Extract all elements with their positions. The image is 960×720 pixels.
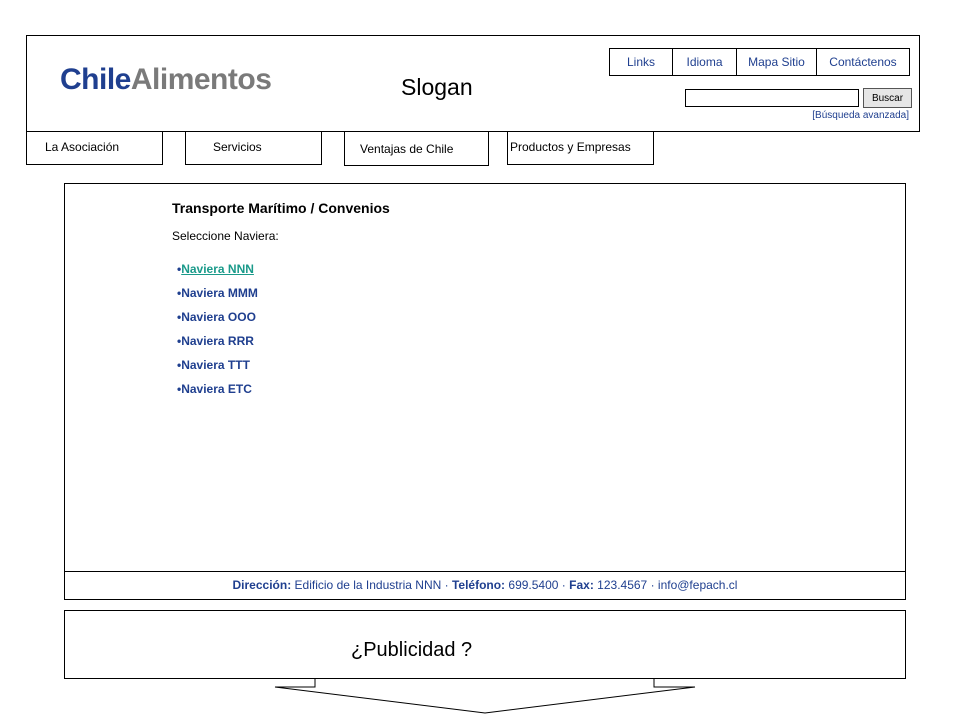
slogan: Slogan (401, 74, 473, 100)
naviera-link-nnn[interactable]: •Naviera NNN (177, 262, 258, 286)
nav-tab-label: Ventajas de Chile (360, 142, 454, 156)
search-button[interactable]: Buscar (863, 88, 912, 108)
site-header: ChileAlimentos Slogan Links Idioma Mapa … (26, 35, 920, 132)
naviera-label: Naviera MMM (181, 286, 258, 300)
naviera-list: •Naviera NNN •Naviera MMM •Naviera OOO •… (177, 262, 258, 406)
logo[interactable]: ChileAlimentos (60, 63, 272, 97)
naviera-label: Naviera OOO (181, 310, 256, 324)
telefono-label: Teléfono: (451, 578, 506, 592)
ad-text: ¿Publicidad ? (351, 639, 473, 661)
email-link[interactable]: info@fepach.cl (658, 578, 738, 592)
naviera-label: Naviera RRR (181, 334, 254, 348)
top-links: Links Idioma Mapa Sitio Contáctenos (609, 48, 910, 76)
naviera-label: Naviera ETC (181, 382, 252, 396)
naviera-link-ttt[interactable]: •Naviera TTT (177, 358, 258, 382)
nav-tab-ventajas-de-chile[interactable]: Ventajas de Chile (344, 131, 489, 166)
fax-value: 123.4567 (597, 578, 648, 592)
telefono-value: 699.5400 (508, 578, 559, 592)
fax-label: Fax: (569, 578, 594, 592)
logo-part-chile: Chile (60, 63, 131, 96)
naviera-link-mmm[interactable]: •Naviera MMM (177, 286, 258, 310)
direccion-label: Dirección: (232, 578, 292, 592)
naviera-link-rrr[interactable]: •Naviera RRR (177, 334, 258, 358)
naviera-link-etc[interactable]: •Naviera ETC (177, 382, 258, 406)
contact-footer: Dirección: Edificio de la Industria NNN … (65, 571, 905, 599)
main-content: Transporte Marítimo / Convenios Seleccio… (64, 183, 906, 600)
ad-banner[interactable]: ¿Publicidad ? (64, 610, 906, 679)
logo-part-alimentos: Alimentos (130, 63, 272, 96)
nav-tab-la-asociacion[interactable]: La Asociación (26, 131, 163, 165)
top-link-links[interactable]: Links (610, 49, 673, 75)
nav-tab-productos-y-empresas[interactable]: Productos y Empresas (507, 131, 654, 165)
search-input[interactable] (685, 89, 859, 107)
page-title: Transporte Marítimo / Convenios (172, 200, 390, 216)
top-link-contactenos[interactable]: Contáctenos (817, 49, 909, 75)
instruction-text: Seleccione Naviera: (172, 229, 279, 243)
top-link-mapa-sitio[interactable]: Mapa Sitio (737, 49, 817, 75)
nav-tab-label: Servicios (213, 140, 262, 154)
naviera-label: Naviera NNN (181, 262, 254, 276)
naviera-label: Naviera TTT (181, 358, 250, 372)
nav-tab-label: Productos y Empresas (510, 140, 631, 154)
advanced-search-link[interactable]: [Búsqueda avanzada] (812, 110, 909, 121)
naviera-link-ooo[interactable]: •Naviera OOO (177, 310, 258, 334)
nav-tab-servicios[interactable]: Servicios (185, 131, 322, 165)
direccion-value: Edificio de la Industria NNN (294, 578, 442, 592)
nav-tab-label: La Asociación (45, 140, 120, 154)
top-link-idioma[interactable]: Idioma (673, 49, 737, 75)
